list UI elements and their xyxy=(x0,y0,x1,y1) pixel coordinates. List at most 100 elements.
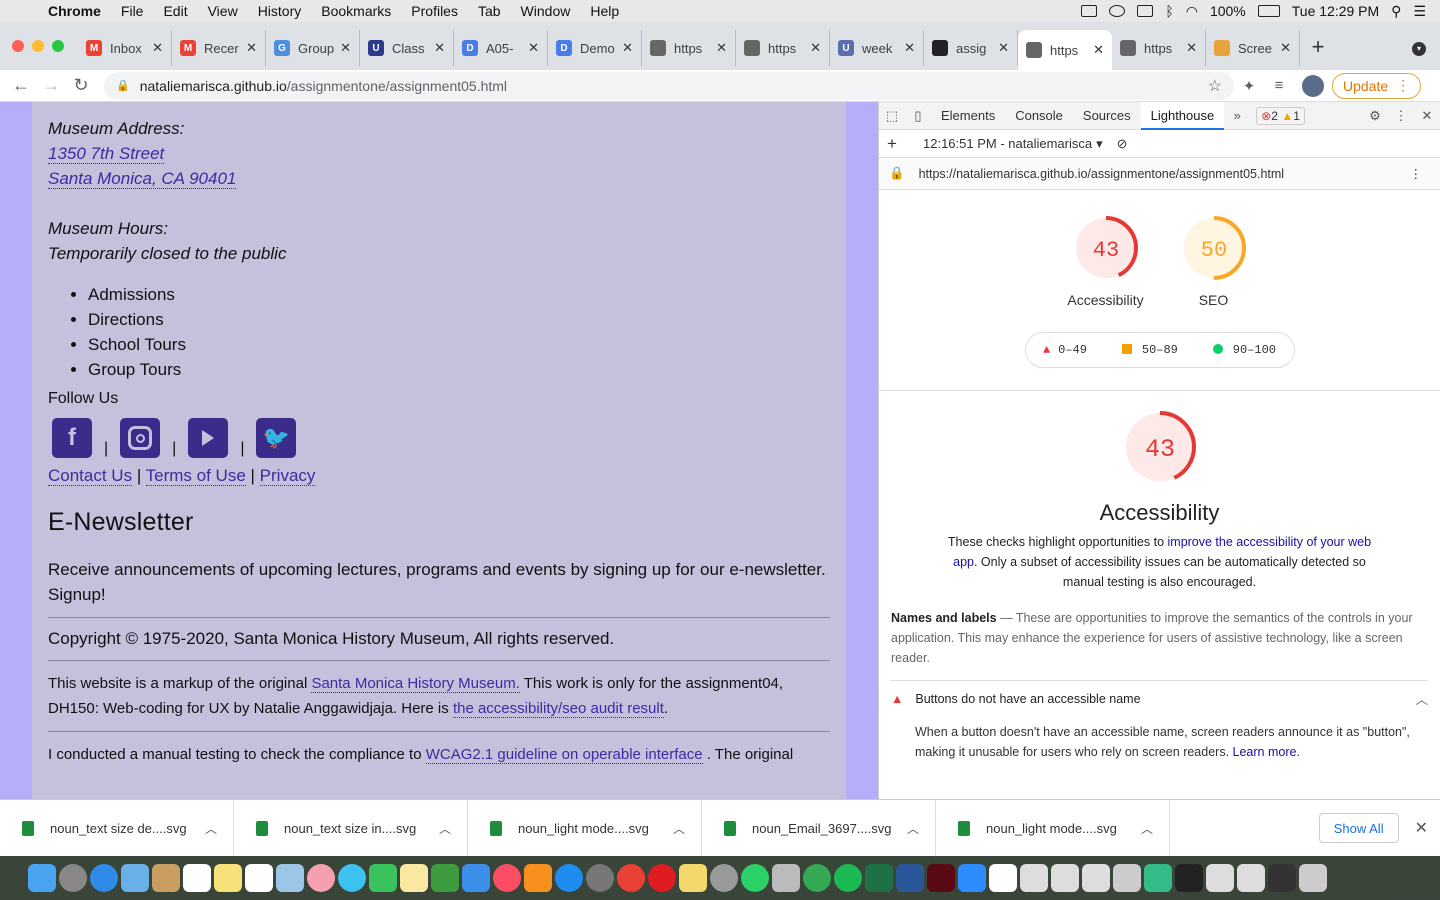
browser-tab[interactable]: M Recer ✕ xyxy=(172,30,266,66)
audit-result-link[interactable]: the accessibility/seo audit result xyxy=(452,700,664,718)
photos-icon[interactable] xyxy=(307,864,335,892)
tab-close-icon[interactable]: ✕ xyxy=(716,40,727,56)
inspect-element-icon[interactable]: ⬚ xyxy=(879,108,905,124)
mail-icon[interactable] xyxy=(121,864,149,892)
chevron-up-icon[interactable]: ︿ xyxy=(205,820,217,837)
recent-window-icon[interactable] xyxy=(1206,864,1234,892)
tab-console[interactable]: Console xyxy=(1005,102,1073,130)
chevron-up-icon[interactable]: ︿ xyxy=(439,820,451,837)
browser-tab[interactable]: assig ✕ xyxy=(924,30,1018,66)
extensions-icon[interactable]: ✦ xyxy=(1234,77,1264,95)
audit-buttons-accessible-name[interactable]: ▲ Buttons do not have an accessible name… xyxy=(891,680,1428,708)
stickies-icon[interactable] xyxy=(679,864,707,892)
menu-edit[interactable]: Edit xyxy=(153,3,197,19)
clock[interactable]: Tue 12:29 PM xyxy=(1292,3,1379,19)
contact-us-link[interactable]: Contact Us xyxy=(48,466,133,486)
recent-window-icon[interactable] xyxy=(1144,864,1172,892)
list-item-admissions[interactable]: Admissions xyxy=(88,282,830,307)
preview-icon[interactable] xyxy=(276,864,304,892)
forward-arrow-icon[interactable]: → xyxy=(36,75,66,96)
menu-bookmarks[interactable]: Bookmarks xyxy=(311,3,401,19)
reminders-icon[interactable] xyxy=(245,864,273,892)
safari-icon[interactable] xyxy=(90,864,118,892)
report-dropdown-icon[interactable]: ▾ xyxy=(1096,136,1103,152)
tab-close-icon[interactable]: ✕ xyxy=(810,40,821,56)
word-icon[interactable] xyxy=(896,864,924,892)
menu-window[interactable]: Window xyxy=(511,3,581,19)
close-downloads-icon[interactable]: ✕ xyxy=(1415,818,1428,838)
twitter-icon[interactable]: 🐦 xyxy=(256,418,297,458)
launchpad-icon[interactable] xyxy=(59,864,87,892)
image-capture-icon[interactable] xyxy=(772,864,800,892)
books-icon[interactable] xyxy=(524,864,552,892)
tab-close-icon[interactable]: ✕ xyxy=(1186,40,1197,56)
chevron-up-icon[interactable]: ︿ xyxy=(1141,820,1153,837)
terminal-icon[interactable] xyxy=(927,864,955,892)
address-bar[interactable]: 🔒 nataliemarisca.github.io/assignmentone… xyxy=(104,71,1234,100)
menu-tab[interactable]: Tab xyxy=(468,3,511,19)
camera-status-icon[interactable] xyxy=(1081,5,1098,17)
download-item[interactable]: noun_light mode....svg ︿ xyxy=(468,799,702,857)
contacts-icon[interactable] xyxy=(152,864,180,892)
browser-tab[interactable]: Uweek ✕ xyxy=(830,30,924,66)
original-site-link[interactable]: Santa Monica History Museum. xyxy=(311,675,520,693)
browser-tab[interactable]: https ✕ xyxy=(1018,30,1112,70)
score-gauge[interactable]: 50 SEO xyxy=(1174,214,1254,310)
creative-cloud-icon[interactable] xyxy=(1109,5,1126,17)
download-item[interactable]: noun_text size in....svg ︿ xyxy=(234,799,468,857)
settings-gear-icon[interactable]: ⚙ xyxy=(1362,108,1388,124)
issues-badge[interactable]: ⊗2 ▲1 xyxy=(1256,106,1305,125)
tab-sources[interactable]: Sources xyxy=(1073,102,1141,130)
tab-close-icon[interactable]: ✕ xyxy=(340,40,351,56)
tab-close-icon[interactable]: ✕ xyxy=(528,40,539,56)
youtube-icon[interactable] xyxy=(188,418,229,458)
recent-window-icon[interactable] xyxy=(1082,864,1110,892)
keynote-icon[interactable] xyxy=(462,864,490,892)
recent-window-icon[interactable] xyxy=(1051,864,1079,892)
tab-close-icon[interactable]: ✕ xyxy=(998,40,1009,56)
tab-close-icon[interactable]: ✕ xyxy=(1280,40,1291,56)
browser-tab[interactable]: https ✕ xyxy=(642,30,736,66)
recent-window-icon[interactable] xyxy=(1020,864,1048,892)
numbers-icon[interactable] xyxy=(431,864,459,892)
score-gauge[interactable]: 43 Accessibility xyxy=(1066,214,1146,310)
typora-icon[interactable] xyxy=(989,864,1017,892)
recent-window-icon[interactable] xyxy=(1237,864,1265,892)
wcag-guideline-link[interactable]: WCAG2.1 guideline on operable interface xyxy=(425,746,703,764)
address-line1-link[interactable]: 1350 7th Street xyxy=(48,144,165,164)
tab-elements[interactable]: Elements xyxy=(931,102,1005,130)
recent-window-icon[interactable] xyxy=(1268,864,1296,892)
update-button[interactable]: Update ⋮ xyxy=(1332,72,1422,99)
opera-icon[interactable] xyxy=(648,864,676,892)
more-tabs-icon[interactable]: » xyxy=(1224,108,1250,123)
browser-tab[interactable]: G Group ✕ xyxy=(266,30,360,66)
tab-close-icon[interactable]: ✕ xyxy=(246,40,257,56)
device-toolbar-icon[interactable]: ▯ xyxy=(905,108,931,124)
facetime-icon[interactable] xyxy=(369,864,397,892)
recent-window-icon[interactable] xyxy=(1113,864,1141,892)
keyboard-icon[interactable] xyxy=(1137,5,1154,17)
app-store-icon[interactable] xyxy=(555,864,583,892)
freeform-icon[interactable] xyxy=(400,864,428,892)
menu-view[interactable]: View xyxy=(198,3,248,19)
chrome-icon[interactable] xyxy=(617,864,645,892)
reading-list-icon[interactable]: ≡ xyxy=(1264,77,1294,94)
download-item[interactable]: noun_light mode....svg ︿ xyxy=(936,799,1170,857)
new-tab-button[interactable]: + xyxy=(1300,34,1336,60)
tab-close-icon[interactable]: ✕ xyxy=(434,40,445,56)
system-preferences-icon[interactable] xyxy=(586,864,614,892)
facebook-icon[interactable]: f xyxy=(52,418,92,458)
browser-tab[interactable]: D Demo ✕ xyxy=(548,30,642,66)
tab-close-icon[interactable]: ✕ xyxy=(1093,42,1104,58)
music-icon[interactable] xyxy=(493,864,521,892)
atom-icon[interactable] xyxy=(803,864,831,892)
tab-close-icon[interactable]: ✕ xyxy=(152,40,163,56)
menu-app-name[interactable]: Chrome xyxy=(44,3,111,19)
chevron-up-icon[interactable]: ︿ xyxy=(907,820,919,837)
chevron-up-icon[interactable]: ︿ xyxy=(673,820,685,837)
browser-tab[interactable]: U Class ✕ xyxy=(360,30,454,66)
menu-file[interactable]: File xyxy=(111,3,154,19)
back-arrow-icon[interactable]: ← xyxy=(6,75,36,96)
tab-close-icon[interactable]: ✕ xyxy=(622,40,633,56)
report-url[interactable]: https://nataliemarisca.github.io/assignm… xyxy=(919,167,1284,181)
